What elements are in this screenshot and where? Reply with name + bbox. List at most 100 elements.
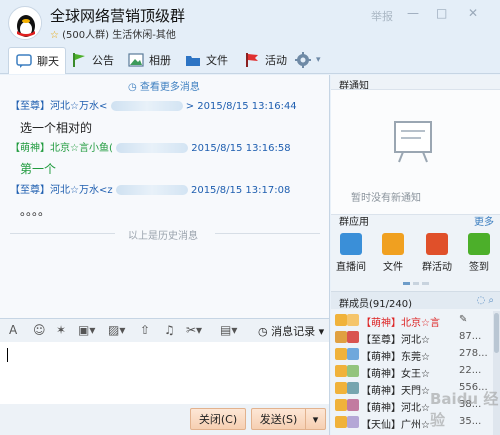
group-name: 全球网络营销顶级群 xyxy=(50,7,186,25)
no-notice-text: 暂时没有新通知 xyxy=(351,193,421,204)
maximize-icon[interactable]: □ xyxy=(436,6,447,20)
member-badge-icon xyxy=(347,382,359,394)
member-badge-icon xyxy=(347,399,359,411)
scissors-icon[interactable]: ✂▾ xyxy=(186,323,202,337)
tab-label: 公告 xyxy=(92,53,114,67)
member-avatar xyxy=(335,348,347,360)
more-messages-link[interactable]: ◷ 查看更多消息 xyxy=(128,78,200,93)
group-avatar[interactable] xyxy=(8,6,42,40)
tab-bar: 聊天 公告 相册 文件 活动 ▾ xyxy=(0,44,500,74)
member-badge-icon xyxy=(347,331,359,343)
activity-icon xyxy=(426,233,448,255)
scrollbar-thumb[interactable] xyxy=(494,313,499,353)
chat-icon xyxy=(16,54,32,68)
message-input[interactable] xyxy=(0,342,330,404)
close-button[interactable]: 关闭(C) xyxy=(190,408,246,430)
music-icon[interactable]: ♫ xyxy=(164,323,175,337)
input-toolbar: A ☺ ✶ ▣▾ ▨▾ ⇧ ♫ ✂▾ ▤▾ ◷ 消息记录 ▾ xyxy=(0,318,330,342)
member-avatar xyxy=(335,416,347,428)
settings-menu[interactable]: ▾ xyxy=(288,47,327,72)
blurred-id xyxy=(110,101,183,111)
member-avatar xyxy=(335,399,347,411)
chevron-down-icon: ▾ xyxy=(316,54,321,65)
member-badge-icon xyxy=(347,348,359,360)
blurred-id xyxy=(115,185,188,195)
minimize-icon[interactable]: — xyxy=(407,6,419,20)
checkmark-icon xyxy=(468,233,490,255)
flag-icon xyxy=(73,52,85,67)
blurred-id xyxy=(116,143,189,153)
sender-name[interactable]: 【至尊】河北☆万水<z xyxy=(10,185,113,196)
message-history-button[interactable]: ◷ 消息记录 ▾ xyxy=(258,323,324,339)
group-category: (500人群) 生活休闲-其他 xyxy=(62,30,176,41)
member-badge-icon xyxy=(347,365,359,377)
members-header: 群成员(91/240) ◌ ⌕ xyxy=(331,291,500,310)
history-divider: 以上是历史消息 xyxy=(10,227,320,242)
member-badge-icon xyxy=(347,314,359,326)
message-time: 2015/8/15 13:17:08 xyxy=(190,185,291,196)
send-options-button[interactable]: ▾ xyxy=(306,408,326,430)
tab-activity[interactable]: 活动 xyxy=(237,47,293,72)
live-icon xyxy=(340,233,362,255)
apps-title: 群应用 xyxy=(339,217,369,228)
app-live[interactable]: 直播间 xyxy=(331,233,371,273)
title-bar: 全球网络营销顶级群 ☆ (500人群) 生活休闲-其他 举报 — □ ✕ xyxy=(0,0,500,44)
member-row[interactable]: 【至尊】河北☆ 87... xyxy=(331,329,493,346)
member-row[interactable]: 【萌神】北京☆言 ✎ xyxy=(331,312,493,329)
edit-icon[interactable]: ✎ xyxy=(459,314,467,325)
more-apps-link[interactable]: 更多 xyxy=(474,213,494,228)
member-badge-icon xyxy=(347,416,359,428)
clock-icon: ◷ xyxy=(128,82,140,93)
notice-board-icon xyxy=(394,121,432,163)
photo-icon xyxy=(128,52,144,67)
chevron-down-icon: ▾ xyxy=(315,325,325,338)
image-icon[interactable]: ▨▾ xyxy=(108,323,125,337)
tab-chat[interactable]: 聊天 xyxy=(8,47,66,74)
upload-icon[interactable]: ⇧ xyxy=(140,323,150,337)
tab-file[interactable]: 文件 xyxy=(178,47,234,72)
app-checkin[interactable]: 签到 xyxy=(459,233,499,273)
member-avatar xyxy=(335,365,347,377)
group-info: ☆ (500人群) 生活休闲-其他 xyxy=(50,26,176,41)
shake-icon[interactable]: ✶ xyxy=(56,323,66,337)
more-icon[interactable]: ▤▾ xyxy=(220,323,237,337)
chevron-down-icon: ▾ xyxy=(312,413,319,426)
message-text: 选一个相对的 xyxy=(20,121,93,135)
sender-name[interactable]: 【萌神】北京☆言小鱼( xyxy=(10,143,113,154)
emoji-icon[interactable]: ☺ xyxy=(33,323,46,337)
member-avatar xyxy=(335,314,347,326)
input-footer: 关闭(C) 发送(S) ▾ xyxy=(0,404,330,435)
tab-album[interactable]: 相册 xyxy=(121,47,177,72)
chat-history[interactable]: ◷ 查看更多消息 【至尊】河北☆万水< > 2015/8/15 13:16:44… xyxy=(0,75,330,318)
member-row[interactable]: 【萌神】女王☆ 22... xyxy=(331,363,493,380)
sender-name[interactable]: 【至尊】河北☆万水< xyxy=(10,101,107,112)
watermark: Baidu 经验 xyxy=(430,390,499,429)
app-page-indicator[interactable] xyxy=(403,282,430,285)
member-avatar xyxy=(335,382,347,394)
app-file[interactable]: 文件 xyxy=(373,233,413,273)
message-text: 第一个 xyxy=(20,162,57,176)
right-panel: 群通知 暂时没有新通知 群应用 更多 直播间 文件 群活动 签到 群成员(91/… xyxy=(331,75,500,435)
notice-area: 暂时没有新通知 xyxy=(331,89,500,215)
member-avatar xyxy=(335,331,347,343)
message-header: 【至尊】河北☆万水< > 2015/8/15 13:16:44 xyxy=(10,101,297,112)
tab-notice[interactable]: 公告 xyxy=(64,47,120,72)
history-icon: ◷ xyxy=(258,325,272,338)
history-divider-label: 以上是历史消息 xyxy=(128,231,198,242)
message-time: 2015/8/15 13:16:44 xyxy=(197,101,297,112)
divider-line xyxy=(10,233,115,234)
tab-label: 聊天 xyxy=(37,55,59,68)
folder-icon xyxy=(382,233,404,255)
star-icon: ☆ xyxy=(50,30,59,41)
divider-line xyxy=(215,233,320,234)
report-button[interactable]: 举报 xyxy=(371,8,393,24)
member-row[interactable]: 【萌神】东莞☆ 278... xyxy=(331,346,493,363)
send-button[interactable]: 发送(S) xyxy=(251,408,306,430)
tab-label: 活动 xyxy=(265,53,287,67)
font-icon[interactable]: A xyxy=(9,323,17,337)
close-icon[interactable]: ✕ xyxy=(468,6,478,20)
search-members-icon[interactable]: ◌ ⌕ xyxy=(476,295,494,306)
message-text: 。。。。 xyxy=(20,204,51,218)
app-activity[interactable]: 群活动 xyxy=(417,233,457,273)
gift-icon[interactable]: ▣▾ xyxy=(78,323,95,337)
